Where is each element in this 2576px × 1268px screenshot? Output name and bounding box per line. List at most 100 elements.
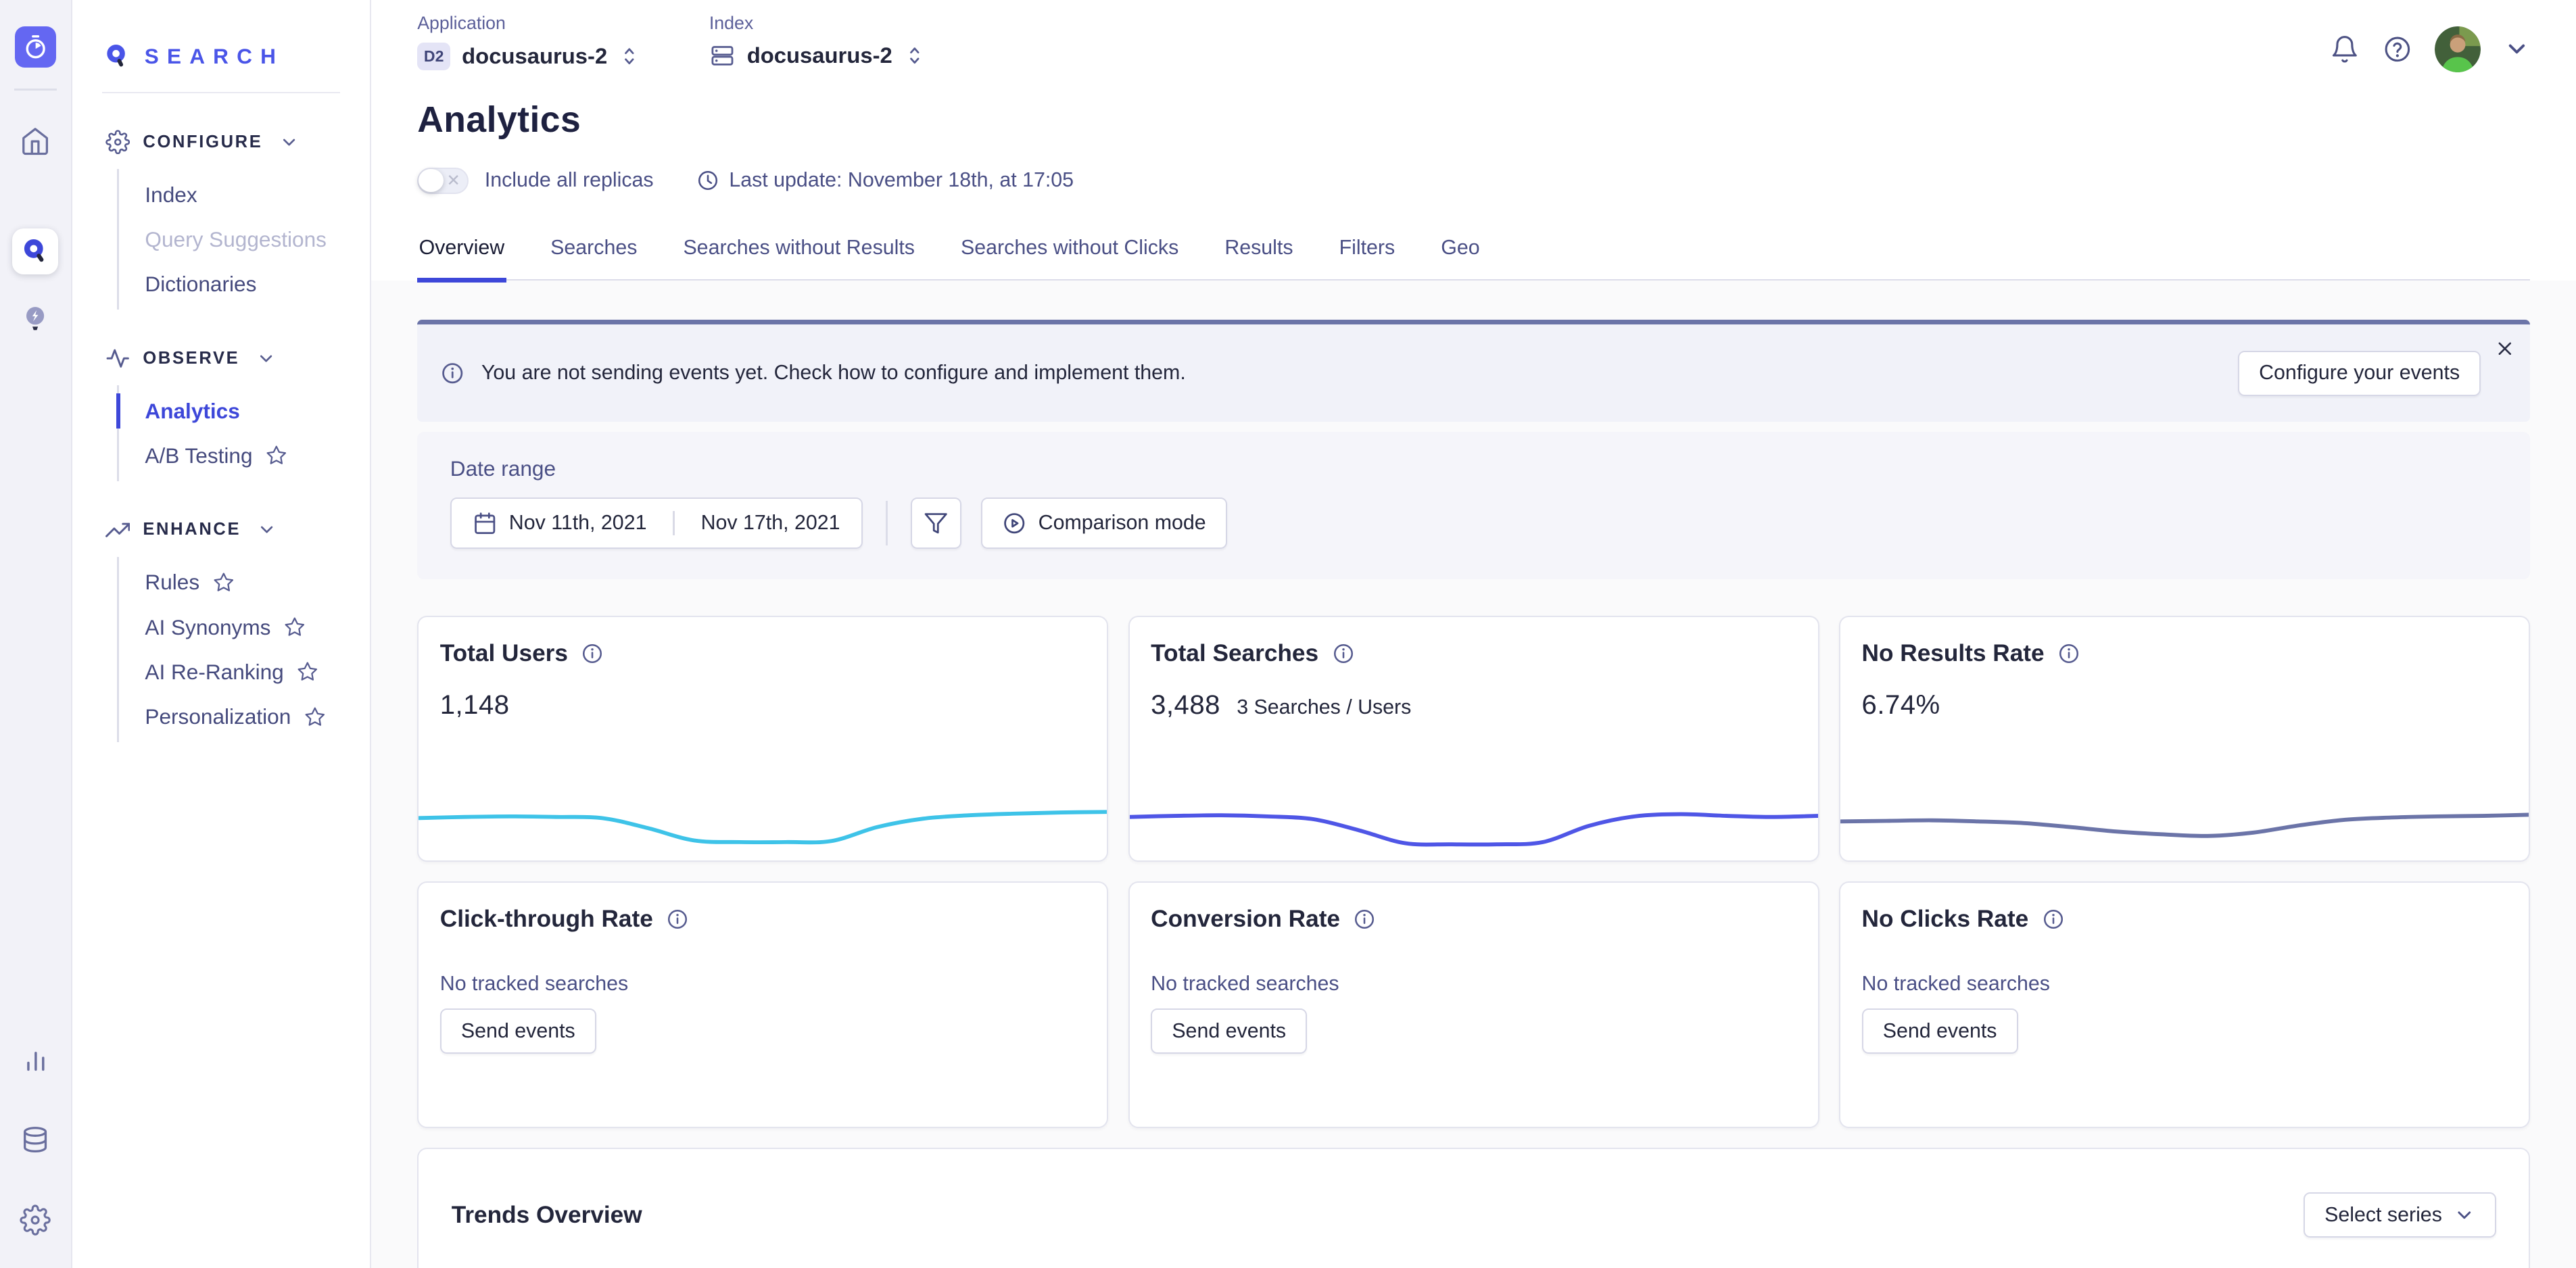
info-icon[interactable] xyxy=(666,908,689,931)
tab-searches[interactable]: Searches xyxy=(549,226,639,279)
sidebar-item-index[interactable]: Index xyxy=(119,172,371,217)
sidebar-section-configure-header[interactable]: CONFIGURE xyxy=(72,130,370,154)
date-range-label: Date range xyxy=(450,456,2498,481)
trending-up-icon xyxy=(105,518,130,542)
metric-card-total-users: Total Users 1,148 xyxy=(417,616,1108,862)
stopwatch-app-icon[interactable] xyxy=(15,26,56,68)
controls-divider xyxy=(886,501,887,545)
sidebar-item-personalization[interactable]: Personalization xyxy=(119,694,371,739)
banner-message: You are not sending events yet. Check ho… xyxy=(481,362,1186,385)
index-label: Index xyxy=(709,13,926,34)
date-start: Nov 11th, 2021 xyxy=(509,512,647,535)
info-icon[interactable] xyxy=(2057,642,2080,665)
toggle-knob xyxy=(419,169,443,192)
help-icon[interactable] xyxy=(2383,34,2412,64)
send-events-button[interactable]: Send events xyxy=(440,1008,596,1054)
date-range-panel: Date range Nov 11th, 2021 Nov 17th, 2021 xyxy=(417,432,2530,580)
sidebar-item-query-suggestions[interactable]: Query Suggestions xyxy=(119,217,371,262)
application-badge: D2 xyxy=(417,43,450,71)
main-area: Application D2 docusaurus-2 Index xyxy=(371,0,2576,1268)
content: You are not sending events yet. Check ho… xyxy=(371,281,2576,1268)
application-label: Application xyxy=(417,13,640,34)
calendar-icon xyxy=(473,511,497,535)
filter-button[interactable] xyxy=(911,497,961,548)
sidebar-section-observe: OBSERVE Analytics A/B Testing xyxy=(72,346,370,481)
sidebar-section-observe-header[interactable]: OBSERVE xyxy=(72,346,370,370)
gear-icon xyxy=(105,130,130,154)
metric-cards-row-1: Total Users 1,148 Total Searches xyxy=(417,616,2530,862)
funnel-icon xyxy=(924,511,948,535)
events-banner: You are not sending events yet. Check ho… xyxy=(417,320,2530,422)
date-range-button[interactable]: Nov 11th, 2021 Nov 17th, 2021 xyxy=(450,497,863,548)
activity-icon xyxy=(105,346,130,370)
last-update: Last update: November 18th, at 17:05 xyxy=(696,169,1074,192)
metric-card-conversion-rate: Conversion Rate No tracked searches Send… xyxy=(1128,881,1819,1128)
metric-card-click-through-rate: Click-through Rate No tracked searches S… xyxy=(417,881,1108,1128)
select-series-button[interactable]: Select series xyxy=(2304,1192,2496,1238)
close-icon[interactable] xyxy=(2494,338,2516,360)
sidebar-item-ai-synonyms[interactable]: AI Synonyms xyxy=(119,605,371,650)
sidebar-item-ai-re-ranking[interactable]: AI Re-Ranking xyxy=(119,650,371,694)
index-selector[interactable]: Index docusaurus-2 xyxy=(709,13,926,68)
info-icon[interactable] xyxy=(581,642,604,665)
database-icon[interactable] xyxy=(12,1117,58,1163)
star-icon xyxy=(304,706,326,728)
section-label: ENHANCE xyxy=(143,520,241,539)
replicas-toggle-label: Include all replicas xyxy=(485,169,654,192)
tab-searches-without-results[interactable]: Searches without Results xyxy=(682,226,916,279)
recommend-lightbulb-icon[interactable] xyxy=(12,295,58,341)
comparison-mode-button[interactable]: Comparison mode xyxy=(981,497,1227,548)
application-value: docusaurus-2 xyxy=(462,43,607,69)
account-chevron-down-icon[interactable] xyxy=(2504,36,2530,62)
sidebar-divider xyxy=(102,92,341,93)
search-product-icon[interactable] xyxy=(12,228,58,274)
sidebar-section-enhance-header[interactable]: ENHANCE xyxy=(72,518,370,542)
sparkline-chart xyxy=(419,794,1107,850)
info-icon[interactable] xyxy=(1353,908,1376,931)
avatar[interactable] xyxy=(2435,26,2481,72)
tab-filters[interactable]: Filters xyxy=(1337,226,1397,279)
trends-title: Trends Overview xyxy=(452,1202,642,1229)
include-replicas-toggle[interactable]: ✕ xyxy=(417,168,468,194)
chevron-down-icon xyxy=(256,349,276,368)
info-icon[interactable] xyxy=(1332,642,1355,665)
star-icon xyxy=(213,572,235,593)
section-label: CONFIGURE xyxy=(143,132,262,152)
bar-chart-icon[interactable] xyxy=(12,1036,58,1082)
info-icon[interactable] xyxy=(2042,908,2065,931)
tab-overview[interactable]: Overview xyxy=(417,226,506,279)
send-events-button[interactable]: Send events xyxy=(1151,1008,1307,1054)
info-icon xyxy=(440,361,464,385)
sidebar-item-dictionaries[interactable]: Dictionaries xyxy=(119,262,371,306)
empty-state-label: No tracked searches xyxy=(440,973,1086,996)
configure-events-button[interactable]: Configure your events xyxy=(2238,351,2481,396)
send-events-button[interactable]: Send events xyxy=(1862,1008,2018,1054)
metric-card-total-searches: Total Searches 3,488 3 Searches / Users xyxy=(1128,616,1819,862)
metric-card-no-results-rate: No Results Rate 6.74% xyxy=(1839,616,2530,862)
tab-searches-without-clicks[interactable]: Searches without Clicks xyxy=(959,226,1180,279)
metric-title: Total Searches xyxy=(1151,640,1318,667)
gear-icon[interactable] xyxy=(12,1197,58,1243)
sparkline-chart xyxy=(1130,794,1818,850)
metric-suffix: 3 Searches / Users xyxy=(1237,696,1411,719)
metric-title: No Results Rate xyxy=(1862,640,2045,667)
tab-geo[interactable]: Geo xyxy=(1439,226,1481,279)
date-end: Nov 17th, 2021 xyxy=(701,512,840,535)
notifications-bell-icon[interactable] xyxy=(2330,34,2360,64)
play-circle-icon xyxy=(1002,511,1026,535)
nav-item-label: AI Synonyms xyxy=(145,615,270,640)
home-icon[interactable] xyxy=(12,118,58,164)
sparkline-chart xyxy=(1840,794,2529,850)
toggle-off-x-icon: ✕ xyxy=(446,170,460,191)
tab-results[interactable]: Results xyxy=(1223,226,1295,279)
sidebar-section-enhance: ENHANCE Rules AI Synonyms AI Re-Ranking … xyxy=(72,518,370,743)
nav-item-label: Analytics xyxy=(145,399,239,424)
chevrons-up-down-icon xyxy=(904,43,926,68)
application-selector[interactable]: Application D2 docusaurus-2 xyxy=(417,13,640,70)
sidebar-item-rules[interactable]: Rules xyxy=(119,560,371,605)
metric-title: Conversion Rate xyxy=(1151,906,1340,933)
sidebar-item-analytics[interactable]: Analytics xyxy=(119,389,371,433)
sidebar-item-ab-testing[interactable]: A/B Testing xyxy=(119,433,371,478)
star-icon xyxy=(284,616,306,638)
search-logo[interactable]: SEARCH xyxy=(72,0,370,79)
